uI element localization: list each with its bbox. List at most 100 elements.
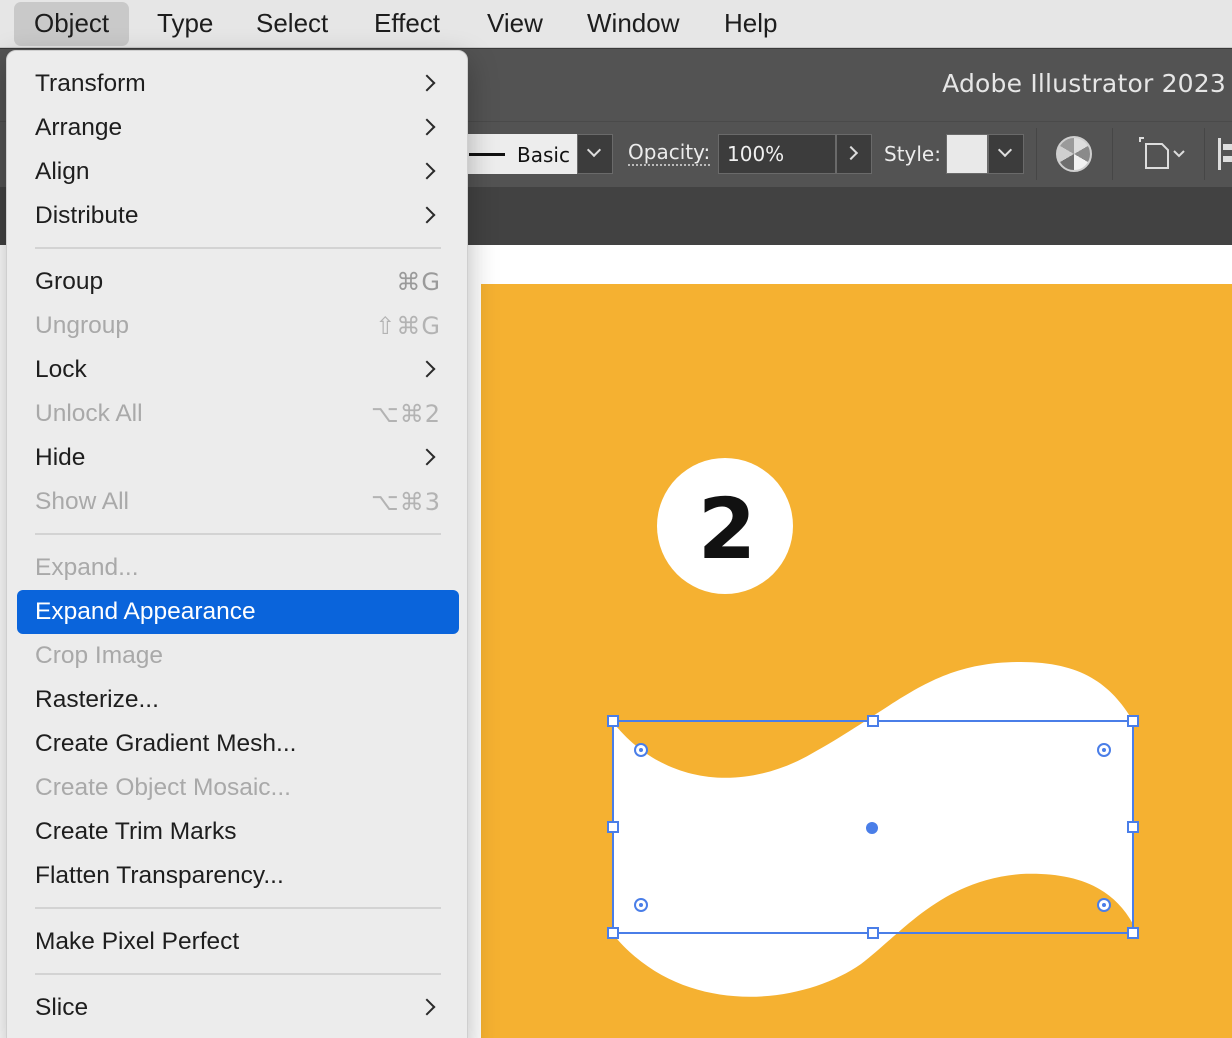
chevron-right-icon: [418, 118, 436, 136]
menu-item-label: Expand...: [35, 554, 139, 581]
center-point: [866, 822, 878, 834]
chevron-down-icon: [586, 142, 602, 158]
menu-item-shortcut: ⇧⌘G: [375, 312, 441, 340]
menu-item-create-object-mosaic[interactable]: Create Object Mosaic...: [17, 766, 459, 810]
object-menu-dropdown: Transform Arrange Align Distribute Group…: [6, 50, 468, 1038]
menu-item-label: Create Gradient Mesh...: [35, 730, 297, 757]
menu-item-label: Create Trim Marks: [35, 818, 237, 845]
menu-separator: [35, 533, 441, 535]
brush-label: Basic: [517, 143, 570, 167]
recolor-artwork-icon[interactable]: [1056, 136, 1092, 172]
menu-item-crop-image[interactable]: Crop Image: [17, 634, 459, 678]
menu-item-label: Make Pixel Perfect: [35, 928, 240, 955]
menu-window[interactable]: Window: [567, 0, 699, 46]
menu-effect[interactable]: Effect: [354, 0, 460, 46]
toolbar-divider: [1036, 128, 1037, 180]
resize-handle[interactable]: [607, 821, 619, 833]
opacity-slider-button[interactable]: [836, 134, 872, 174]
menu-item-label: Distribute: [35, 202, 139, 229]
opacity-label[interactable]: Opacity:: [628, 140, 711, 166]
brush-dropdown-button[interactable]: [577, 134, 613, 174]
resize-handle[interactable]: [1127, 927, 1139, 939]
menu-item-expand-appearance[interactable]: Expand Appearance: [17, 590, 459, 634]
corner-widget[interactable]: [634, 898, 648, 912]
menu-item-label: Flatten Transparency...: [35, 862, 284, 889]
menu-item-create-gradient-mesh[interactable]: Create Gradient Mesh...: [17, 722, 459, 766]
artboard[interactable]: 2: [481, 284, 1232, 1038]
resize-handle[interactable]: [607, 927, 619, 939]
chevron-right-icon: [418, 206, 436, 224]
menu-item-shortcut: ⌘G: [396, 268, 441, 296]
menu-item-align[interactable]: Align: [17, 150, 459, 194]
artwork: 2: [607, 458, 1139, 997]
menu-view[interactable]: View: [467, 0, 563, 46]
menu-item-group[interactable]: Group ⌘G: [17, 260, 459, 304]
corner-widget[interactable]: [1097, 898, 1111, 912]
menu-item-transform[interactable]: Transform: [17, 62, 459, 106]
menu-help[interactable]: Help: [704, 0, 797, 46]
resize-handle[interactable]: [867, 715, 879, 727]
style-swatch[interactable]: [946, 134, 988, 174]
toolbar-divider: [1204, 128, 1205, 180]
menu-item-shortcut: ⌥⌘2: [371, 400, 441, 428]
menu-select[interactable]: Select: [236, 0, 348, 46]
menu-item-arrange[interactable]: Arrange: [17, 106, 459, 150]
app-title: Adobe Illustrator 2023: [942, 69, 1226, 98]
chevron-right-icon: [418, 448, 436, 466]
corner-widget[interactable]: [1097, 743, 1111, 757]
chevron-right-icon: [418, 74, 436, 92]
menu-separator: [35, 907, 441, 909]
menu-separator: [35, 973, 441, 975]
menu-item-unlock-all[interactable]: Unlock All ⌥⌘2: [17, 392, 459, 436]
opacity-input[interactable]: 100%: [718, 134, 836, 174]
toolbar-divider: [1112, 128, 1113, 180]
menu-item-label: Expand Appearance: [35, 598, 256, 625]
brush-definition-field[interactable]: Basic: [455, 134, 577, 174]
menu-item-label: Unlock All: [35, 400, 143, 427]
menu-item-label: Arrange: [35, 114, 123, 141]
menu-item-show-all[interactable]: Show All ⌥⌘3: [17, 480, 459, 524]
menu-bar: Object Type Select Effect View Window He…: [0, 0, 1232, 48]
menu-type[interactable]: Type: [137, 0, 233, 46]
step-number: 2: [698, 480, 756, 578]
brush-stroke-preview: [469, 153, 505, 156]
document-setup-icon[interactable]: [1136, 136, 1190, 172]
menu-item-label: Create Object Mosaic...: [35, 774, 291, 801]
menu-separator: [35, 247, 441, 249]
menu-item-label: Hide: [35, 444, 86, 471]
menu-item-expand[interactable]: Expand...: [17, 546, 459, 590]
menu-item-label: Lock: [35, 356, 87, 383]
menu-item-label: Align: [35, 158, 90, 185]
menu-item-lock[interactable]: Lock: [17, 348, 459, 392]
chevron-down-icon: [997, 142, 1013, 158]
menu-item-ungroup[interactable]: Ungroup ⇧⌘G: [17, 304, 459, 348]
menu-item-label: Show All: [35, 488, 129, 515]
menu-item-slice[interactable]: Slice: [17, 986, 459, 1030]
menu-item-hide[interactable]: Hide: [17, 436, 459, 480]
resize-handle[interactable]: [1127, 821, 1139, 833]
menu-item-rasterize[interactable]: Rasterize...: [17, 678, 459, 722]
menu-item-make-pixel-perfect[interactable]: Make Pixel Perfect: [17, 920, 459, 964]
menu-object[interactable]: Object: [14, 2, 130, 46]
chevron-right-icon: [418, 162, 436, 180]
chevron-right-icon: [418, 360, 436, 378]
menu-item-create-trim-marks[interactable]: Create Trim Marks: [17, 810, 459, 854]
resize-handle[interactable]: [1127, 715, 1139, 727]
chevron-right-icon: [843, 145, 859, 161]
style-label: Style:: [884, 142, 941, 166]
chevron-right-icon: [418, 998, 436, 1016]
menu-item-label: Ungroup: [35, 312, 129, 339]
menu-item-label: Slice: [35, 994, 89, 1021]
menu-item-label: Rasterize...: [35, 686, 159, 713]
resize-handle[interactable]: [867, 927, 879, 939]
menu-item-label: Transform: [35, 70, 146, 97]
menu-item-label: Group: [35, 268, 104, 295]
align-icon[interactable]: [1216, 136, 1232, 172]
menu-item-shortcut: ⌥⌘3: [371, 488, 441, 516]
menu-item-label: Crop Image: [35, 642, 164, 669]
menu-item-distribute[interactable]: Distribute: [17, 194, 459, 238]
corner-widget[interactable]: [634, 743, 648, 757]
menu-item-flatten-transparency[interactable]: Flatten Transparency...: [17, 854, 459, 898]
style-dropdown-button[interactable]: [988, 134, 1024, 174]
resize-handle[interactable]: [607, 715, 619, 727]
